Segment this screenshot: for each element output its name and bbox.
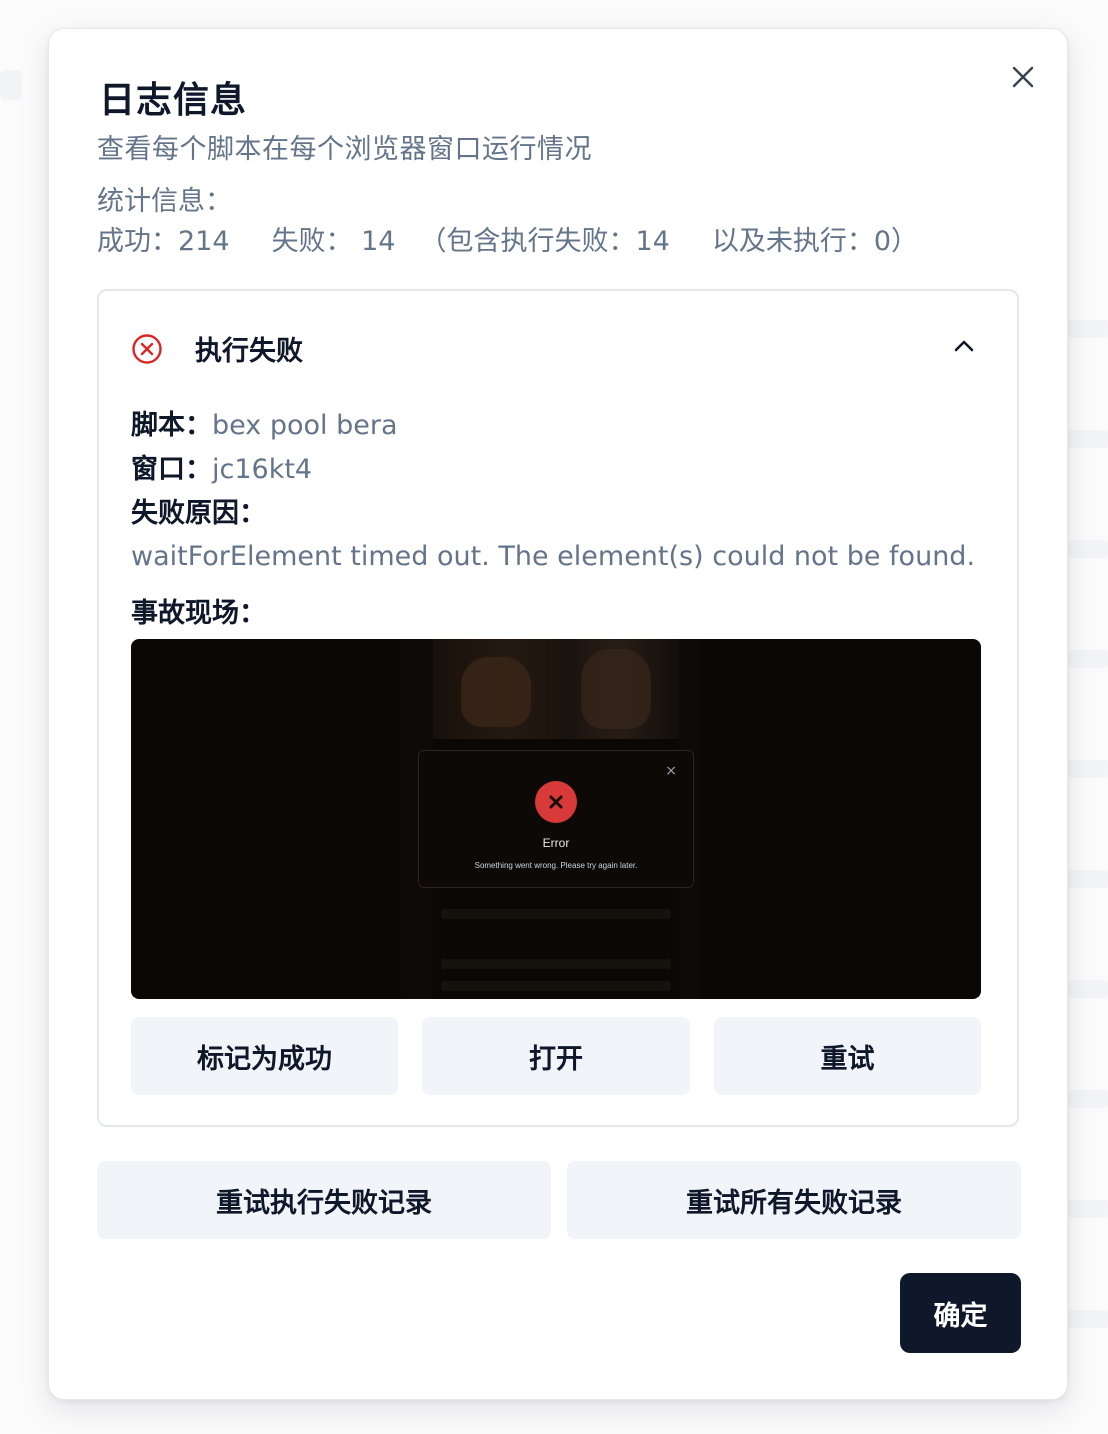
chevron-up-icon [954, 340, 974, 352]
retry-all-failed-button[interactable]: 重试所有失败记录 [567, 1161, 1021, 1239]
screenshot-error-modal: × Error Something went wrong. Please try… [418, 750, 694, 888]
collapse-button[interactable] [951, 333, 977, 359]
log-info-dialog: 日志信息 查看每个脚本在每个浏览器窗口运行情况 统计信息： 成功：214 失败： … [48, 28, 1068, 1400]
stats-success: 成功：214 [97, 226, 230, 257]
screenshot-figure [581, 649, 651, 729]
script-row: 脚本：bex pool bera [131, 403, 398, 442]
screenshot-row [441, 959, 671, 969]
failure-card-title: 执行失败 [195, 336, 303, 367]
dialog-subtitle: 查看每个脚本在每个浏览器窗口运行情况 [97, 134, 592, 165]
screenshot-modal-close: × [665, 763, 677, 779]
screenshot-modal-message: Something went wrong. Please try again l… [474, 861, 638, 870]
background-row [1068, 1090, 1108, 1108]
close-icon [1012, 66, 1034, 88]
retry-button[interactable]: 重试 [714, 1017, 981, 1095]
screenshot-row [441, 981, 671, 991]
reason-row: 失败原因： [131, 491, 266, 530]
dialog-title: 日志信息 [99, 80, 248, 121]
confirm-button[interactable]: 确定 [900, 1273, 1021, 1353]
stats-label: 统计信息： [97, 186, 232, 217]
screenshot-error-icon [535, 781, 577, 823]
failure-card-header[interactable]: 执行失败 [131, 329, 303, 368]
screenshot-figure [461, 657, 531, 727]
retry-exec-failed-button[interactable]: 重试执行失败记录 [97, 1161, 551, 1239]
background-row [1068, 760, 1108, 778]
background-row [1068, 650, 1108, 668]
window-label: 窗口： [131, 454, 212, 485]
background-row [1068, 980, 1108, 998]
failure-reason-text: waitForElement timed out. The element(s)… [131, 541, 976, 572]
background-row [1068, 870, 1108, 888]
stats-failed: 失败： 14 [271, 226, 396, 257]
background-row [1068, 1200, 1108, 1218]
reason-label: 失败原因： [131, 498, 266, 529]
open-button[interactable]: 打开 [422, 1017, 690, 1095]
window-row: 窗口：jc16kt4 [131, 447, 312, 486]
scene-row: 事故现场： [131, 591, 266, 630]
window-value: jc16kt4 [212, 454, 313, 485]
script-value: bex pool bera [212, 410, 398, 441]
stats-failed-detail: （包含执行失败：14 [419, 226, 670, 257]
background-row [1068, 320, 1108, 338]
close-button[interactable] [1009, 63, 1037, 91]
stats-summary: 成功：214 失败： 14 （包含执行失败：14 以及未执行：0） [97, 219, 918, 258]
error-circle-icon [131, 333, 163, 365]
scene-label: 事故现场： [131, 598, 266, 629]
incident-screenshot: × Error Something went wrong. Please try… [131, 639, 981, 999]
background-row [1068, 540, 1108, 558]
background-row [1068, 430, 1108, 448]
script-label: 脚本： [131, 410, 212, 441]
background-element [0, 70, 22, 100]
failure-card: 执行失败 脚本：bex pool bera 窗口：jc16kt4 失败原因： w… [97, 289, 1019, 1127]
screenshot-row [441, 909, 671, 919]
background-row [1068, 1310, 1108, 1328]
screenshot-modal-title: Error [542, 836, 570, 850]
stats-not-executed: 以及未执行：0） [711, 226, 919, 257]
mark-success-button[interactable]: 标记为成功 [131, 1017, 398, 1095]
